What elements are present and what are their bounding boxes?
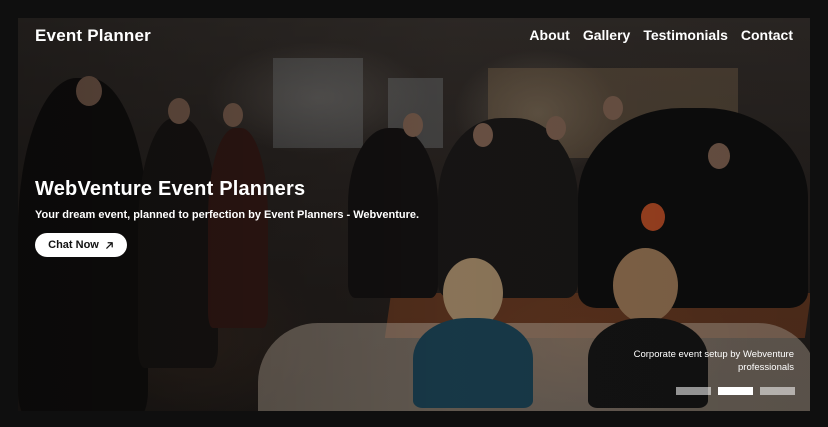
nav-gallery[interactable]: Gallery <box>583 27 630 43</box>
main-nav: About Gallery Testimonials Contact <box>529 27 793 43</box>
chat-now-label: Chat Now <box>48 239 99 251</box>
arrow-up-right-icon <box>106 241 113 249</box>
hero-title: WebVenture Event Planners <box>35 178 306 200</box>
nav-contact[interactable]: Contact <box>741 27 793 43</box>
chat-now-button[interactable]: Chat Now <box>35 233 127 257</box>
carousel-indicator-2[interactable] <box>718 387 753 395</box>
carousel-indicator-1[interactable] <box>676 387 711 395</box>
carousel-indicators <box>676 387 795 395</box>
slide-caption: Corporate event setup by Webventure prof… <box>633 349 794 373</box>
nav-about[interactable]: About <box>529 27 569 43</box>
carousel-indicator-3[interactable] <box>760 387 795 395</box>
nav-testimonials[interactable]: Testimonials <box>643 27 728 43</box>
brand-logo-text[interactable]: Event Planner <box>35 26 151 46</box>
hero-subtitle: Your dream event, planned to perfection … <box>35 209 420 221</box>
hero-section: Event Planner About Gallery Testimonials… <box>18 18 810 411</box>
